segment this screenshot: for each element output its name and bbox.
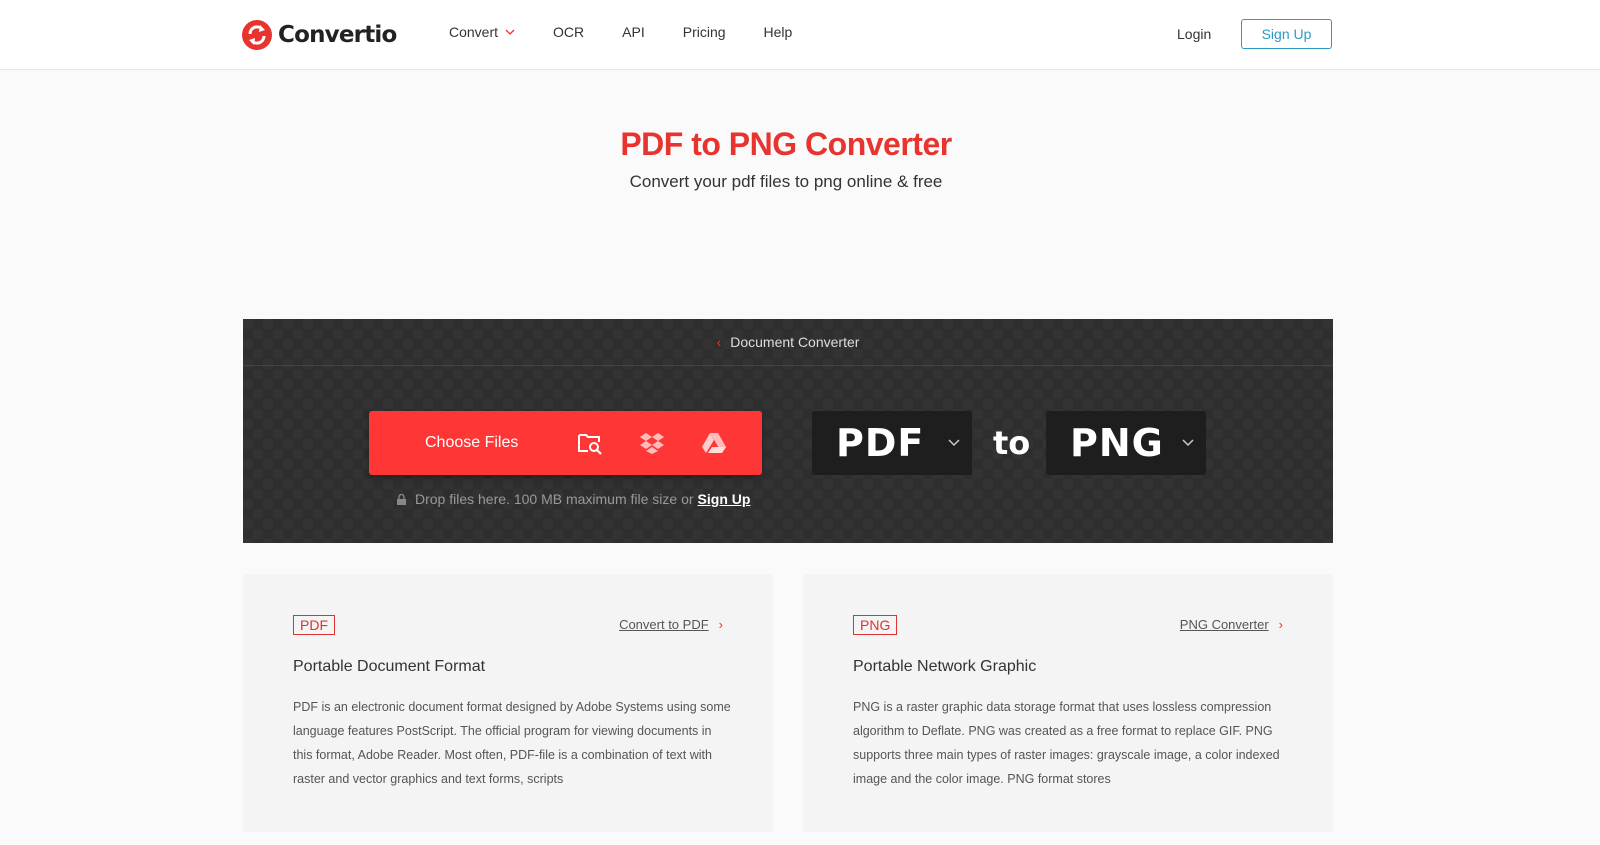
- logo-text: Convertio: [278, 22, 397, 48]
- lock-icon: [397, 493, 406, 505]
- drop-hint: Drop files here. 100 MB maximum file siz…: [397, 491, 750, 507]
- convert-to-pdf-link[interactable]: Convert to PDF ›: [619, 617, 723, 632]
- from-format-label: PDF: [836, 421, 925, 465]
- card-link-label: Convert to PDF: [619, 617, 709, 632]
- format-badge: PDF: [293, 615, 335, 635]
- nav-api-label: API: [622, 24, 645, 40]
- chevron-down-icon: [948, 439, 960, 447]
- nav-convert-label: Convert: [449, 24, 499, 40]
- converter-panel: ‹ Document Converter Choose Files Drop f…: [243, 319, 1333, 543]
- nav-pricing-label: Pricing: [682, 24, 726, 40]
- dropbox-icon[interactable]: [639, 431, 665, 455]
- from-format-select[interactable]: PDF: [812, 411, 972, 475]
- chevron-right-icon: ›: [1278, 617, 1283, 632]
- signup-button[interactable]: Sign Up: [1241, 19, 1332, 49]
- card-link-label: PNG Converter: [1179, 617, 1269, 632]
- png-converter-link[interactable]: PNG Converter ›: [1180, 617, 1283, 632]
- folder-search-icon[interactable]: [577, 431, 603, 455]
- to-format-label: PNG: [1070, 421, 1164, 465]
- logo[interactable]: Convertio: [242, 19, 397, 51]
- nav-pricing[interactable]: Pricing: [683, 24, 726, 40]
- nav-help[interactable]: Help: [764, 24, 793, 40]
- card-title: Portable Network Graphic: [853, 658, 1037, 675]
- chevron-left-icon: ‹: [716, 334, 722, 350]
- hint-signup-link[interactable]: Sign Up: [698, 491, 751, 507]
- breadcrumb-label: Document Converter: [730, 334, 860, 350]
- format-badge: PNG: [853, 615, 898, 635]
- nav-help-label: Help: [763, 24, 793, 40]
- nav-ocr-label: OCR: [553, 24, 585, 40]
- card-description: PNG is a raster graphic data storage for…: [853, 700, 1280, 786]
- login-link[interactable]: Login: [1177, 26, 1211, 42]
- chevron-right-icon: ›: [718, 617, 723, 632]
- drop-hint-text: Drop files here. 100 MB maximum file siz…: [415, 491, 694, 507]
- choose-files-label: Choose Files: [425, 434, 519, 451]
- nav-ocr[interactable]: OCR: [553, 24, 584, 40]
- page-subtitle: Convert your pdf files to png online & f…: [629, 172, 943, 191]
- to-label: to: [993, 424, 1031, 462]
- to-format-select[interactable]: PNG: [1046, 411, 1206, 475]
- card-description: PDF is an electronic document format des…: [293, 700, 731, 786]
- chevron-down-icon: [505, 29, 515, 35]
- choose-files-button[interactable]: Choose Files: [369, 411, 762, 475]
- converter-breadcrumb[interactable]: ‹ Document Converter: [243, 319, 1333, 366]
- google-drive-icon[interactable]: [701, 431, 727, 455]
- png-info-card: PNG PNG Converter › Portable Network Gra…: [803, 574, 1333, 832]
- chevron-down-icon: [1182, 439, 1194, 447]
- site-header: Convertio Convert OCR API Pricing Help L…: [0, 0, 1600, 70]
- pdf-info-card: PDF Convert to PDF › Portable Document F…: [243, 574, 773, 832]
- convertio-logo-icon: [242, 20, 272, 50]
- main-nav: Convert OCR API Pricing Help: [449, 24, 830, 40]
- nav-convert[interactable]: Convert: [449, 24, 515, 40]
- card-title: Portable Document Format: [293, 658, 486, 675]
- nav-api[interactable]: API: [622, 24, 645, 40]
- page-title: PDF to PNG Converter: [620, 126, 952, 162]
